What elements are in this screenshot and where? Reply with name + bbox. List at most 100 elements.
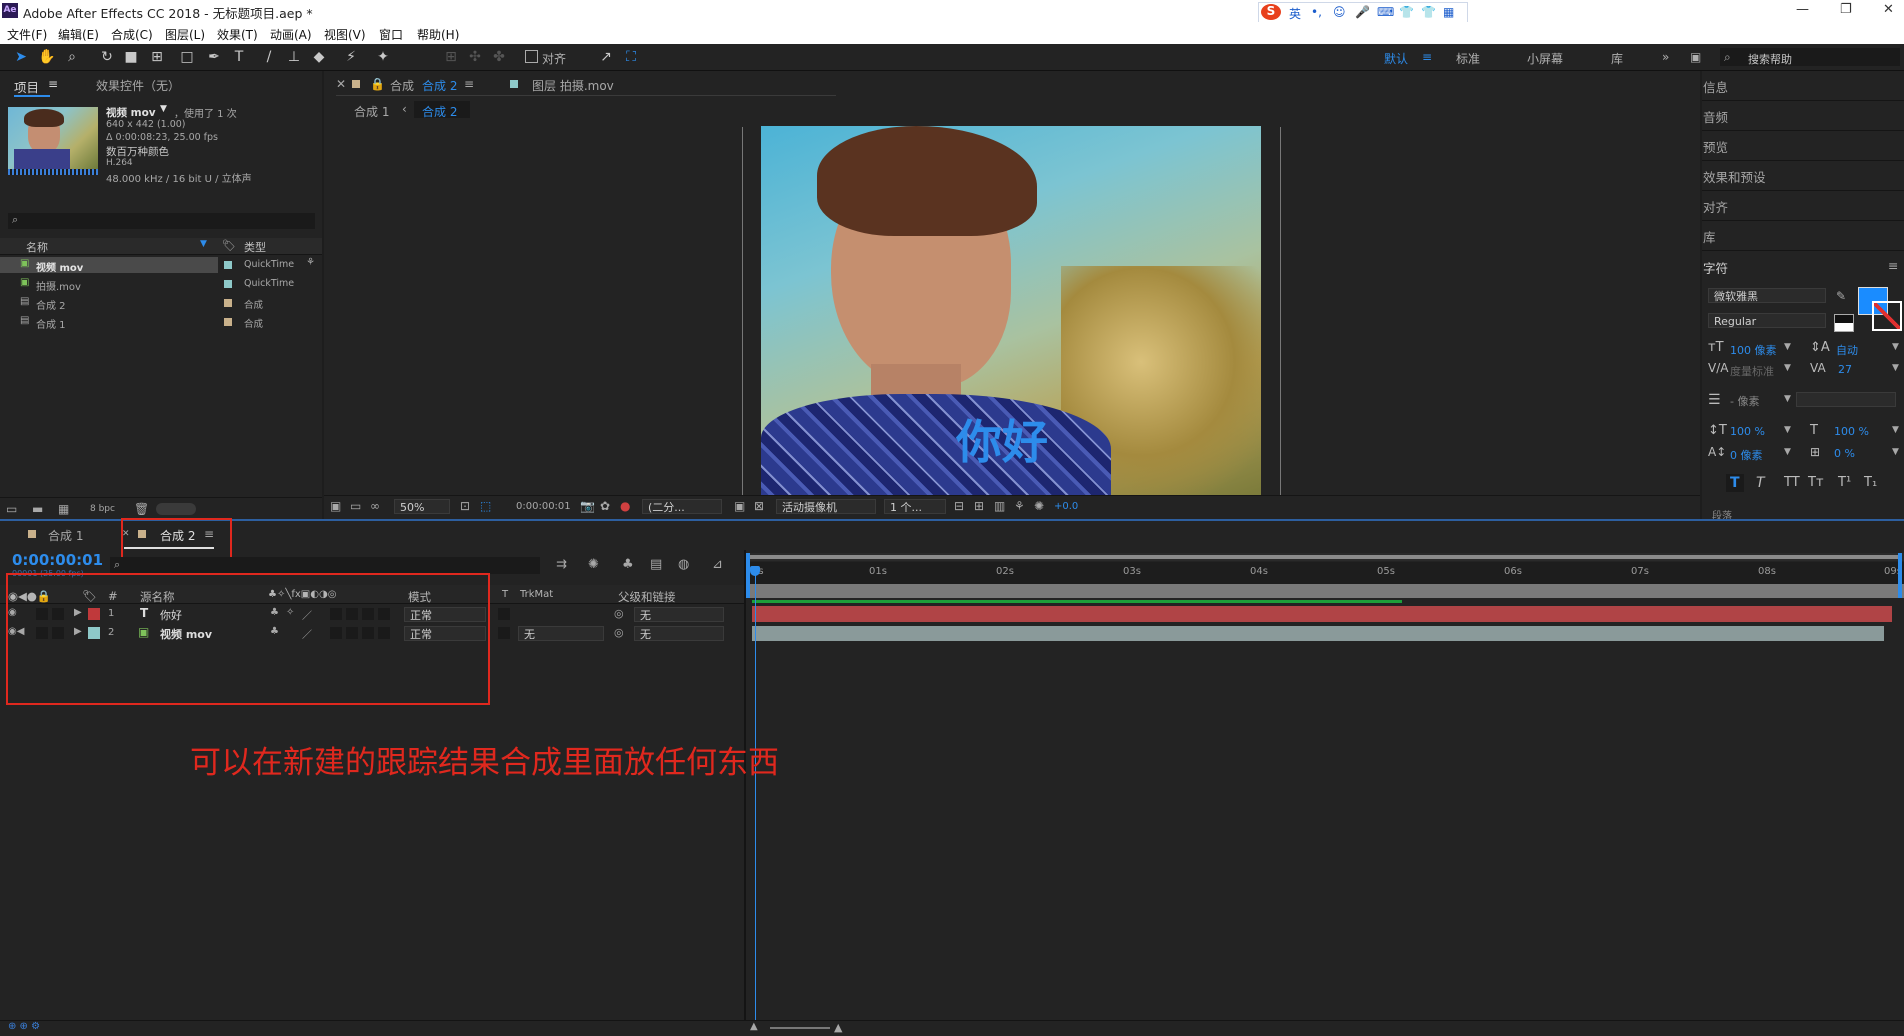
superscript-icon[interactable]: T¹ bbox=[1838, 475, 1851, 490]
col-type[interactable]: 类型 bbox=[244, 239, 266, 255]
eraser-tool-icon[interactable]: ◆ bbox=[310, 48, 328, 66]
camera-tool-icon[interactable]: ■ bbox=[122, 48, 140, 66]
selection-tool-icon[interactable]: ➤ bbox=[12, 48, 30, 66]
project-item[interactable]: ▤ 合成 1 合成 bbox=[8, 314, 315, 331]
rectangle-tool-icon[interactable]: □ bbox=[178, 48, 196, 66]
menu-view[interactable]: 视图(V) bbox=[324, 26, 366, 43]
rotate-tool-icon[interactable]: ↻ bbox=[98, 48, 116, 66]
stroke-width-dropdown-icon[interactable]: ▼ bbox=[1784, 394, 1791, 404]
project-search-input[interactable]: ⌕ bbox=[8, 213, 315, 229]
subscript-icon[interactable]: T₁ bbox=[1864, 475, 1877, 490]
font-style-dropdown[interactable]: Regular bbox=[1708, 313, 1826, 328]
vr-icon[interactable]: ∞ bbox=[370, 499, 380, 513]
label-color[interactable] bbox=[224, 261, 232, 269]
ime-keyboard-icon[interactable]: ⌨ bbox=[1377, 5, 1394, 19]
col-parent-link[interactable]: 父级和链接 bbox=[618, 589, 676, 605]
workspace-more[interactable]: » bbox=[1662, 50, 1669, 64]
layer-bar-1[interactable] bbox=[752, 606, 1892, 622]
character-menu-icon[interactable]: ≡ bbox=[1888, 258, 1898, 273]
mask-visibility-icon[interactable]: ⬚ bbox=[480, 499, 491, 513]
all-caps-icon[interactable]: TT bbox=[1784, 475, 1800, 490]
motion-blur-icon[interactable]: ◍ bbox=[678, 557, 689, 572]
stroke-color-swatch[interactable] bbox=[1872, 301, 1902, 331]
tracking-dropdown-icon[interactable]: ▼ bbox=[1892, 363, 1899, 373]
ime-toolbar[interactable]: S 英 •, ☺ 🎤 ⌨ 👕 👕 ▦ bbox=[1258, 2, 1468, 24]
delete-icon[interactable]: 🗑 bbox=[134, 502, 149, 516]
toggle-switches-icon[interactable]: ⊕ ⊕ ⚙ bbox=[8, 1021, 40, 1032]
world-axis-icon[interactable]: ✣ bbox=[466, 48, 484, 66]
safe-zones-icon[interactable]: ⊡ bbox=[460, 499, 470, 513]
workspace-small-screen[interactable]: 小屏幕 bbox=[1527, 50, 1563, 67]
vertical-scale-dropdown-icon[interactable]: ▼ bbox=[1784, 425, 1791, 435]
leading-dropdown-icon[interactable]: ▼ bbox=[1892, 342, 1899, 352]
channels-icon[interactable]: ● bbox=[620, 499, 630, 513]
font-size-dropdown-icon[interactable]: ▼ bbox=[1784, 342, 1791, 352]
puppet-pin-tool-icon[interactable]: ✦ bbox=[374, 48, 392, 66]
work-area-range[interactable] bbox=[746, 555, 1898, 559]
roto-brush-tool-icon[interactable]: ⚡ bbox=[342, 48, 360, 66]
project-tab[interactable]: 项目 bbox=[14, 77, 39, 96]
clone-stamp-tool-icon[interactable]: ⊥ bbox=[285, 48, 303, 66]
snapshot-icon[interactable]: 📷 bbox=[580, 499, 595, 513]
menu-help[interactable]: 帮助(H) bbox=[417, 26, 459, 43]
new-composition-icon[interactable]: ▦ bbox=[58, 502, 69, 516]
menu-layer[interactable]: 图层(L) bbox=[165, 26, 205, 43]
layer-bar-2[interactable] bbox=[752, 626, 1884, 641]
font-size-value[interactable]: 100 像素 bbox=[1730, 342, 1777, 358]
menu-composition[interactable]: 合成(C) bbox=[111, 26, 153, 43]
audio-panel-tab[interactable]: 音频 bbox=[1703, 107, 1728, 126]
pan-behind-tool-icon[interactable]: ⊞ bbox=[148, 48, 166, 66]
timeline-search-input[interactable]: ⌕ bbox=[110, 557, 540, 574]
ime-shirt-icon[interactable]: 👕 bbox=[1421, 5, 1436, 19]
menu-effect[interactable]: 效果(T) bbox=[217, 26, 258, 43]
views-dropdown[interactable]: 1 个... bbox=[884, 499, 946, 514]
menu-window[interactable]: 窗口 bbox=[379, 26, 403, 43]
sync-settings-icon[interactable]: ▣ bbox=[1690, 50, 1701, 64]
ime-skin-icon[interactable]: 👕 bbox=[1399, 5, 1414, 19]
close-tab-icon[interactable]: ✕ bbox=[336, 77, 346, 91]
label-color[interactable] bbox=[224, 299, 232, 307]
horizontal-scale-dropdown-icon[interactable]: ▼ bbox=[1892, 425, 1899, 435]
baseline-dropdown-icon[interactable]: ▼ bbox=[1784, 447, 1791, 457]
workspace-menu-icon[interactable]: ≡ bbox=[1422, 50, 1432, 64]
exposure-value[interactable]: +0.0 bbox=[1054, 501, 1078, 512]
pick-whip-icon[interactable]: ◎ bbox=[614, 607, 624, 620]
horizontal-scale-value[interactable]: 100 % bbox=[1834, 425, 1869, 438]
ime-emoji-icon[interactable]: ☺ bbox=[1333, 5, 1346, 19]
fast-previews-icon[interactable]: ⊞ bbox=[974, 499, 984, 513]
align-panel-tab[interactable]: 对齐 bbox=[1703, 197, 1728, 216]
breadcrumb-comp1[interactable]: 合成 1 bbox=[354, 103, 389, 120]
font-family-dropdown[interactable]: 微软雅黑 bbox=[1708, 288, 1826, 303]
comp-duration-bar[interactable] bbox=[746, 584, 1904, 598]
character-panel-tab[interactable]: 字符 bbox=[1703, 258, 1728, 277]
sort-icon[interactable]: ▼ bbox=[200, 239, 207, 249]
project-item[interactable]: ▣ 视频 mov QuickTime ⚘ bbox=[8, 257, 315, 274]
label-color[interactable] bbox=[224, 280, 232, 288]
text-tool-icon[interactable]: T bbox=[230, 48, 248, 66]
current-time[interactable]: 0:00:00:01 bbox=[516, 501, 571, 512]
menu-file[interactable]: 文件(F) bbox=[7, 26, 47, 43]
kerning-value[interactable]: 度量标准 bbox=[1730, 363, 1774, 379]
local-axis-icon[interactable]: ⊞ bbox=[442, 48, 460, 66]
stroke-width-value[interactable]: - 像素 bbox=[1730, 393, 1759, 409]
project-tab-menu-icon[interactable]: ≡ bbox=[48, 77, 58, 91]
comp-tab-menu-icon[interactable]: ≡ bbox=[464, 77, 474, 91]
stroke-style-dropdown[interactable] bbox=[1796, 392, 1896, 407]
workspace-library[interactable]: 库 bbox=[1611, 50, 1623, 67]
zoom-dropdown[interactable]: 50% bbox=[394, 499, 450, 514]
baseline-shift-value[interactable]: 0 像素 bbox=[1730, 447, 1763, 463]
frame-blending-icon[interactable]: ▤ bbox=[650, 557, 662, 572]
kerning-dropdown-icon[interactable]: ▼ bbox=[1784, 363, 1791, 373]
resolution-dropdown[interactable]: (二分... bbox=[642, 499, 722, 514]
camera-dropdown[interactable]: 活动摄像机 bbox=[776, 499, 876, 514]
maximize-button[interactable]: ❐ bbox=[1840, 2, 1852, 17]
snap-edge-icon[interactable]: ↗ bbox=[597, 48, 615, 66]
comp-tab-name[interactable]: 合成 2 bbox=[422, 77, 457, 94]
small-caps-icon[interactable]: Tт bbox=[1808, 475, 1824, 490]
workspace-standard[interactable]: 标准 bbox=[1456, 50, 1480, 67]
preserve-transparency-toggle[interactable] bbox=[498, 608, 510, 620]
thumbnail-size-slider[interactable] bbox=[156, 503, 196, 515]
interpret-footage-icon[interactable]: ▭ bbox=[6, 502, 17, 516]
snap-checkbox[interactable] bbox=[525, 50, 538, 63]
asset-dropdown-icon[interactable]: ▼ bbox=[160, 104, 167, 114]
